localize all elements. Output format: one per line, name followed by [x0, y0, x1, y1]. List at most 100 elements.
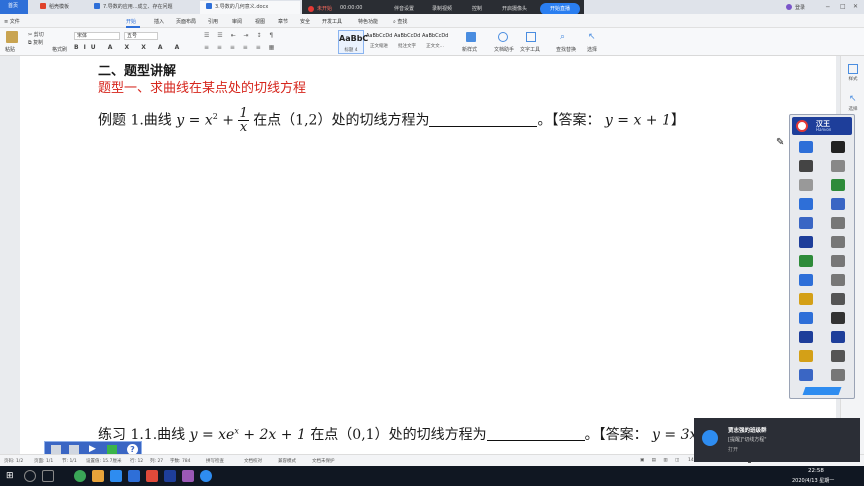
pen-icon[interactable]: [796, 139, 818, 155]
menu-review[interactable]: 审阅: [232, 18, 242, 25]
minimize-icon[interactable]: ─: [826, 4, 830, 11]
new-style-button[interactable]: 新样式: [462, 46, 477, 53]
app-icon[interactable]: [828, 367, 850, 383]
menu-file[interactable]: ≡ 文件: [4, 18, 20, 25]
cut-label: 剪切: [33, 32, 44, 38]
sidebar-item-select[interactable]: 选择: [845, 106, 861, 112]
screen-icon[interactable]: [51, 445, 61, 454]
back-icon[interactable]: [828, 329, 850, 345]
menu-view[interactable]: 视图: [255, 18, 265, 25]
eraser-icon[interactable]: [796, 177, 818, 193]
record-video-button[interactable]: 录制视频: [432, 5, 452, 12]
magnet-icon[interactable]: [796, 310, 818, 326]
menu-security[interactable]: 安全: [300, 18, 310, 25]
document-page[interactable]: 二、题型讲解 题型一、求曲线在某点处的切线方程 例题 1.曲线 y = x2 +…: [20, 56, 836, 454]
style-body-indent[interactable]: AaBbCcDd 正文缩进: [366, 30, 392, 54]
app-red-icon[interactable]: [146, 470, 158, 482]
menu-start[interactable]: 开始: [126, 18, 136, 25]
monitor-icon[interactable]: [828, 272, 850, 288]
tab-template[interactable]: 稻壳模板: [34, 1, 84, 14]
doc-check-button[interactable]: 文档校对: [244, 458, 262, 464]
cut-button[interactable]: ✂ 剪切: [28, 31, 44, 38]
select-icon[interactable]: ↖: [849, 94, 857, 104]
camera-button[interactable]: 开启摄像头: [502, 5, 527, 12]
notification-toast[interactable]: 贾志强的班级群 [提醒]"切线方程" 打开: [694, 418, 860, 462]
toolbox-header[interactable]: 汉王 Hanvon: [792, 117, 852, 135]
format-painter-button[interactable]: 格式刷: [52, 46, 67, 53]
line-icon[interactable]: [796, 215, 818, 231]
wrench-icon[interactable]: [796, 348, 818, 364]
toolbox-collapse-icon[interactable]: [802, 387, 842, 395]
copy-button[interactable]: ⧉ 复制: [28, 39, 43, 46]
doc-icon[interactable]: [828, 291, 850, 307]
sidebar-item-styles[interactable]: 样式: [845, 76, 861, 82]
task-view-icon[interactable]: [42, 470, 54, 482]
styles-icon[interactable]: [848, 64, 858, 74]
spell-check-toggle[interactable]: 拼写检查: [206, 458, 224, 464]
view-mode-buttons[interactable]: ▣ ▤ ▥ ◫: [640, 458, 682, 463]
list-buttons[interactable]: ☰ ☰ ⇤ ⇥ ↕ ¶: [204, 32, 276, 39]
window-icon[interactable]: [69, 445, 79, 454]
paste-icon[interactable]: [6, 31, 18, 43]
tab-home[interactable]: 首页: [0, 0, 28, 14]
marker-icon[interactable]: [796, 158, 818, 174]
menu-features[interactable]: 特色功能: [358, 18, 378, 25]
fill-icon[interactable]: [796, 196, 818, 212]
search-icon[interactable]: [24, 470, 36, 482]
board-icon[interactable]: [828, 196, 850, 212]
style-comment-text[interactable]: AaBbCcDd 批注文字: [394, 30, 420, 54]
hand-icon[interactable]: [828, 158, 850, 174]
folder-icon[interactable]: [796, 367, 818, 383]
menu-page-layout[interactable]: 页面布局: [176, 18, 196, 25]
pointer-icon[interactable]: [828, 139, 850, 155]
notification-open[interactable]: 打开: [728, 446, 738, 453]
doc-assistant-button[interactable]: 文档助手: [494, 46, 514, 53]
app-icon[interactable]: [110, 470, 122, 482]
font-size-select[interactable]: 五号: [124, 32, 158, 40]
menu-chapter[interactable]: 章节: [278, 18, 288, 25]
zoom-icon[interactable]: [828, 177, 850, 193]
copy-icon[interactable]: [828, 234, 850, 250]
windows-start-icon[interactable]: ⊞: [6, 471, 14, 481]
dingtalk-task-icon[interactable]: [200, 470, 212, 482]
wps-icon[interactable]: [128, 470, 140, 482]
compass-icon[interactable]: [796, 234, 818, 250]
chrome-icon[interactable]: [74, 470, 86, 482]
font-select[interactable]: 宋体: [74, 32, 120, 40]
find-replace-button[interactable]: 查找替换: [556, 46, 576, 53]
tab-doc-3[interactable]: 3.导数的几何意义.docx: [200, 1, 300, 14]
menu-search[interactable]: ⌕ 查找: [393, 18, 407, 25]
play-icon[interactable]: ▶: [89, 444, 96, 454]
style-body-text[interactable]: AaBbCcDd 正文文...: [422, 30, 448, 54]
hand-icon-glyph: [831, 160, 845, 172]
maximize-icon[interactable]: □: [840, 3, 846, 10]
audio-setting-button[interactable]: 伴音设置: [394, 5, 414, 12]
tab-doc-7[interactable]: 7.导数的应用...成立、存在问题: [88, 1, 196, 14]
recorder-app-icon[interactable]: [182, 470, 194, 482]
select-icon[interactable]: [828, 310, 850, 326]
highlighter-icon[interactable]: [796, 291, 818, 307]
shapes-icon[interactable]: [796, 253, 818, 269]
style-heading4[interactable]: AaBbC 标题 4: [338, 30, 368, 54]
taskbar-time[interactable]: 22:58: [808, 468, 824, 474]
geometry-icon[interactable]: [796, 272, 818, 288]
folder-icon[interactable]: [92, 470, 104, 482]
doc-protect[interactable]: 文档未保护: [312, 458, 335, 464]
record-icon[interactable]: [107, 445, 117, 454]
control-button[interactable]: 控制: [472, 5, 482, 12]
font-format-buttons[interactable]: BIU A X X A A: [74, 44, 184, 51]
align-buttons[interactable]: ≡ ≡ ≡ ≡ ≡ ▦: [204, 44, 277, 51]
forward-icon[interactable]: [828, 348, 850, 364]
paste-button[interactable]: 粘贴: [5, 46, 15, 53]
text-tools-button[interactable]: 文字工具: [520, 46, 540, 53]
screen-icon[interactable]: [828, 215, 850, 231]
menu-developer[interactable]: 开发工具: [322, 18, 342, 25]
close-icon[interactable]: ✕: [853, 3, 858, 10]
taskbar-date[interactable]: 2020/4/13 星期一: [792, 477, 834, 484]
select-button[interactable]: 选择: [587, 46, 597, 53]
print-icon[interactable]: [828, 253, 850, 269]
menu-reference[interactable]: 引用: [208, 18, 218, 25]
help-icon[interactable]: [796, 329, 818, 345]
menu-insert[interactable]: 插入: [154, 18, 164, 25]
hanvon-icon[interactable]: [164, 470, 176, 482]
